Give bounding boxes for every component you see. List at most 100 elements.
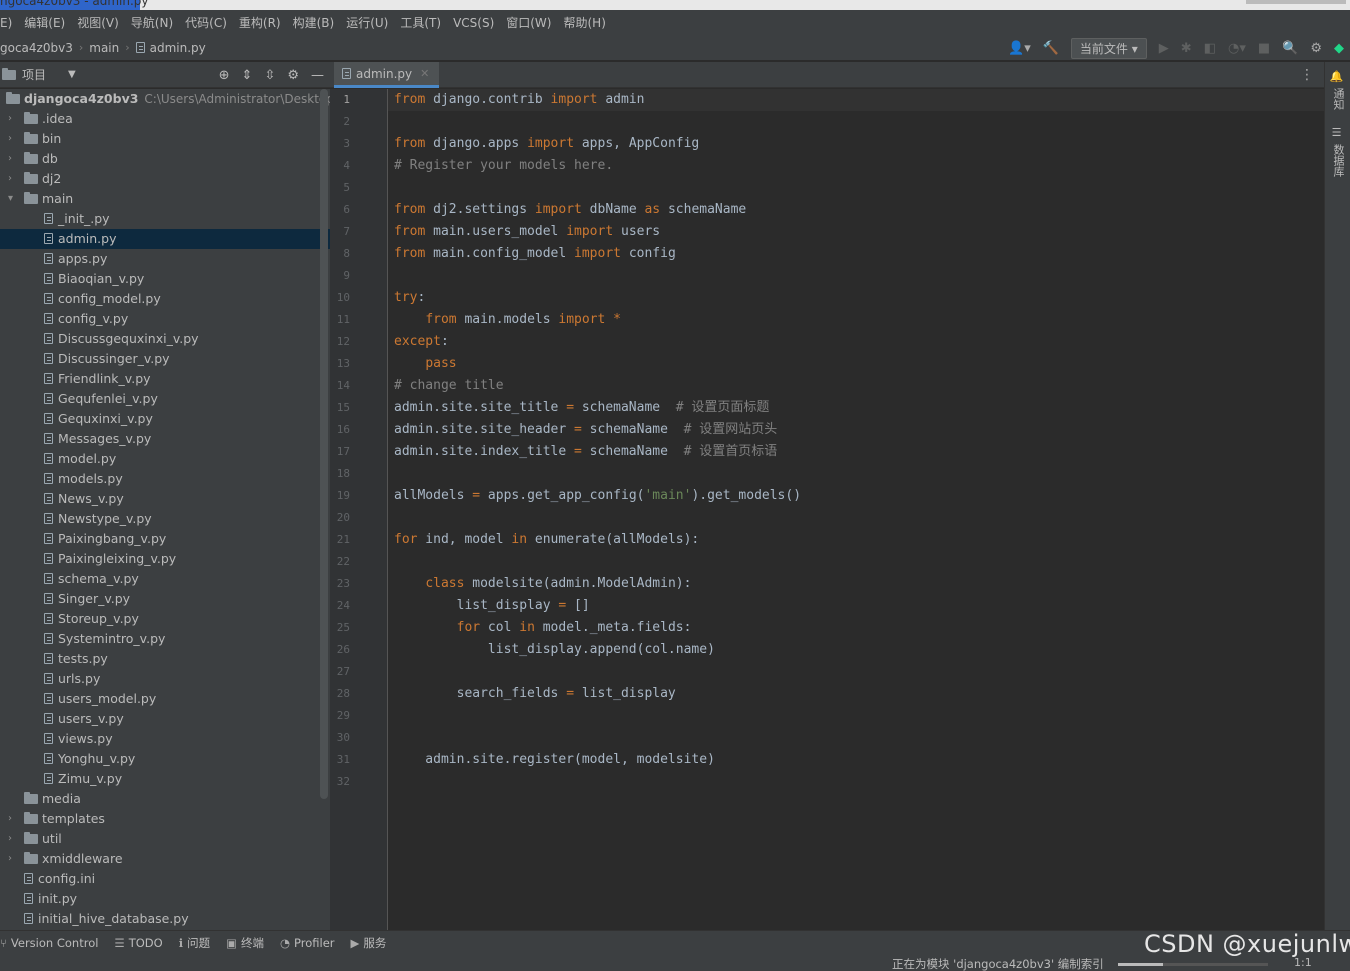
gear-icon[interactable]: ⚙ (1310, 41, 1322, 56)
stop-icon[interactable]: ■ (1258, 41, 1270, 56)
menu-item[interactable]: 重构(R) (233, 14, 287, 31)
tree-file-item[interactable]: schema_v.py (0, 569, 330, 589)
tree-folder-item[interactable]: › .idea (0, 109, 330, 129)
jetbrains-logo-icon[interactable]: ◆ (1334, 41, 1344, 56)
tab-admin-py[interactable]: admin.py ✕ (334, 62, 440, 88)
tree-file-item[interactable]: _init_.py (0, 209, 330, 229)
chevron-right-icon[interactable]: › (8, 829, 18, 849)
code-line[interactable]: admin.site.site_title = schemaName # 设置页… (394, 397, 769, 419)
code-line[interactable]: from main.config_model import config (394, 243, 676, 265)
terminal-tool[interactable]: ▣ 终端 (226, 935, 264, 951)
code-line[interactable]: for col in model._meta.fields: (394, 617, 692, 639)
tree-file-item[interactable]: config_model.py (0, 289, 330, 309)
tree-file-item[interactable]: Paixingbang_v.py (0, 529, 330, 549)
tree-file-item[interactable]: Systemintro_v.py (0, 629, 330, 649)
tree-folder-item[interactable]: › xmiddleware (0, 849, 330, 869)
chevron-right-icon[interactable]: › (8, 169, 18, 189)
gear-icon[interactable]: ⚙ (287, 68, 299, 83)
tree-file-item[interactable]: Messages_v.py (0, 429, 330, 449)
expand-all-icon[interactable]: ⇕ (242, 68, 253, 83)
search-icon[interactable]: 🔍 (1282, 41, 1298, 56)
debug-icon[interactable]: ✱ (1181, 41, 1192, 56)
breadcrumb-project[interactable]: goca4z0bv3 (0, 41, 73, 55)
code-line[interactable]: except: (394, 331, 449, 353)
code-line[interactable]: try: (394, 287, 425, 309)
code-line[interactable]: admin.site.register(model, modelsite) (394, 749, 715, 771)
menu-item[interactable]: 导航(N) (125, 14, 179, 31)
hide-panel-icon[interactable]: — (311, 68, 324, 83)
code-line[interactable]: list_display.append(col.name) (394, 639, 715, 661)
tree-file-item[interactable]: models.py (0, 469, 330, 489)
code-line[interactable]: from dj2.settings import dbName as schem… (394, 199, 746, 221)
code-line[interactable]: from django.apps import apps, AppConfig (394, 133, 699, 155)
chevron-right-icon[interactable]: › (8, 809, 18, 829)
tree-file-item[interactable]: apps.py (0, 249, 330, 269)
tree-file-item[interactable]: Paixingleixing_v.py (0, 549, 330, 569)
tree-folder-item[interactable]: ▾djangoca4z0bv3C:\Users\Administrator\De… (0, 89, 330, 109)
code-line[interactable]: pass (394, 353, 456, 375)
code-line[interactable]: from main.users_model import users (394, 221, 660, 243)
tree-file-item[interactable]: Newstype_v.py (0, 509, 330, 529)
code-line[interactable]: admin.site.index_title = schemaName # 设置… (394, 441, 777, 463)
chevron-down-icon[interactable]: ▾ (8, 189, 18, 209)
tree-folder-item[interactable]: ▾ main (0, 189, 330, 209)
more-icon[interactable]: ⋮ (1300, 67, 1314, 83)
menu-item[interactable]: 编辑(E) (18, 14, 71, 31)
project-panel-title[interactable]: 项目 (22, 66, 46, 83)
tree-file-item[interactable]: Zimu_v.py (0, 769, 330, 789)
menu-item[interactable]: 窗口(W) (500, 14, 557, 31)
tree-file-item[interactable]: tests.py (0, 649, 330, 669)
code-line[interactable]: from main.models import * (394, 309, 621, 331)
code-line[interactable]: class modelsite(admin.ModelAdmin): (394, 573, 691, 595)
tree-file-item[interactable]: Gequfenlei_v.py (0, 389, 330, 409)
user-icon[interactable]: 👤▾ (1008, 41, 1031, 56)
code-line[interactable]: # Register your models here. (394, 155, 613, 177)
notifications-tool[interactable]: 通知 (1330, 88, 1346, 110)
code-line[interactable]: allModels = apps.get_app_config('main').… (394, 485, 801, 507)
breadcrumb-file[interactable]: admin.py (150, 41, 206, 55)
tree-file-item[interactable]: Discussgequxinxi_v.py (0, 329, 330, 349)
chevron-right-icon[interactable]: › (8, 129, 18, 149)
problems-tool[interactable]: ℹ 问题 (179, 935, 210, 951)
chevron-right-icon[interactable]: › (8, 849, 18, 869)
code-line[interactable]: list_display = [] (394, 595, 590, 617)
version-control-tool[interactable]: ⑂ Version Control (0, 936, 98, 950)
tree-file-item[interactable]: config_v.py (0, 309, 330, 329)
tree-file-item[interactable]: users_v.py (0, 709, 330, 729)
tree-folder-item[interactable]: › templates (0, 809, 330, 829)
tree-file-item[interactable]: Storeup_v.py (0, 609, 330, 629)
collapse-all-icon[interactable]: ⇳ (264, 68, 275, 83)
code-line[interactable]: for ind, model in enumerate(allModels): (394, 529, 699, 551)
tree-file-item[interactable]: urls.py (0, 669, 330, 689)
code-editor[interactable]: from django.contrib import admin from dja… (388, 89, 1324, 930)
tree-file-item[interactable]: init.py (0, 889, 330, 909)
database-icon[interactable]: ☰ (1330, 126, 1343, 139)
menu-item[interactable]: E) (0, 16, 18, 30)
services-tool[interactable]: ▶ 服务 (351, 935, 387, 951)
tree-folder-item[interactable]: › util (0, 829, 330, 849)
profile-icon[interactable]: ◔▾ (1228, 41, 1246, 56)
todo-tool[interactable]: ☰ TODO (114, 936, 162, 950)
tree-file-item[interactable]: config.ini (0, 869, 330, 889)
chevron-down-icon[interactable]: ▼ (68, 69, 76, 80)
tree-file-item[interactable]: Discussinger_v.py (0, 349, 330, 369)
tree-file-item[interactable]: initial_hive_database.py (0, 909, 330, 929)
build-hammer-icon[interactable]: 🔨 (1043, 41, 1059, 56)
menu-item[interactable]: 视图(V) (71, 14, 125, 31)
tree-folder-item[interactable]: › bin (0, 129, 330, 149)
run-configuration-select[interactable]: 当前文件 ▾ (1070, 37, 1147, 59)
menu-item[interactable]: 代码(C) (179, 14, 233, 31)
menu-item[interactable]: 帮助(H) (557, 14, 611, 31)
tree-file-item[interactable]: users_model.py (0, 689, 330, 709)
tree-file-item[interactable]: Yonghu_v.py (0, 749, 330, 769)
code-line[interactable]: # change title (394, 375, 504, 397)
run-icon[interactable]: ▶ (1159, 41, 1169, 56)
tree-file-item[interactable]: Biaoqian_v.py (0, 269, 330, 289)
bell-icon[interactable]: 🔔 (1330, 70, 1343, 83)
tree-folder-item[interactable]: media (0, 789, 330, 809)
close-icon[interactable]: ✕ (420, 67, 429, 80)
tree-file-item[interactable]: News_v.py (0, 489, 330, 509)
coverage-icon[interactable]: ◧ (1204, 41, 1216, 56)
menu-item[interactable]: 构建(B) (287, 14, 341, 31)
chevron-right-icon[interactable]: › (8, 149, 18, 169)
